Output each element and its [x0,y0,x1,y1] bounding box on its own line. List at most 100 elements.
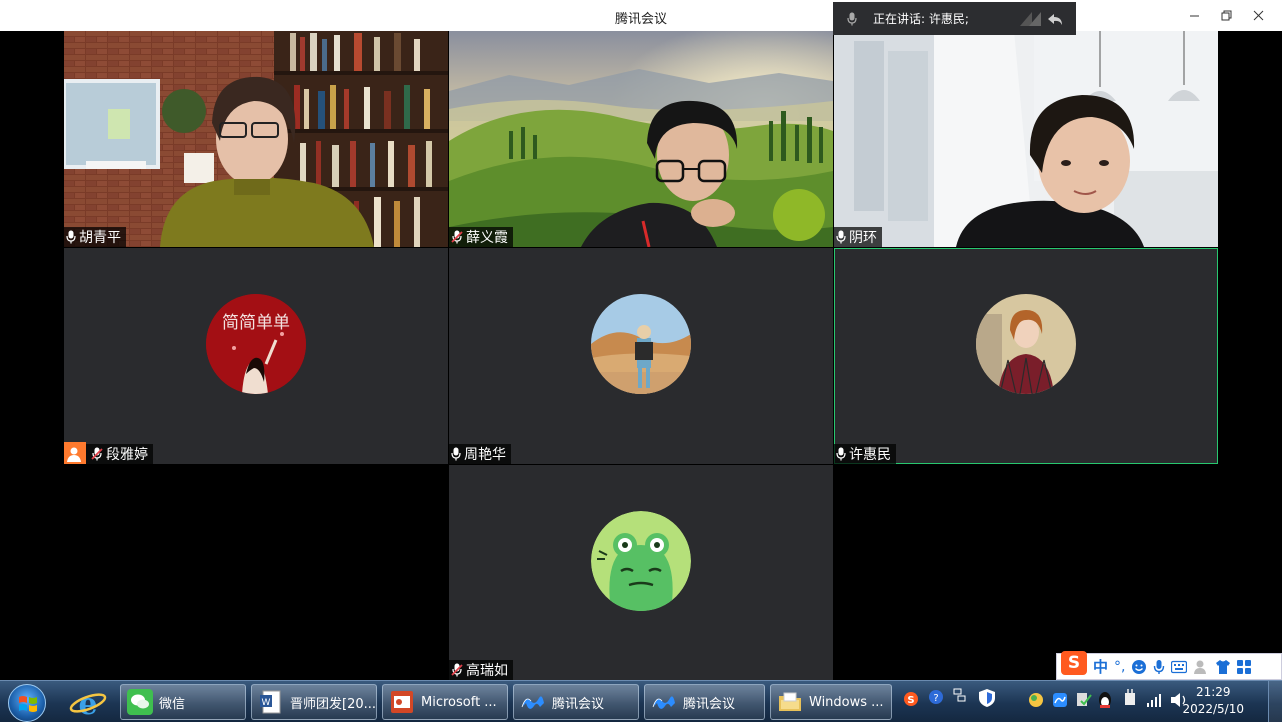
start-button[interactable] [8,684,46,722]
microphone-icon [836,230,846,244]
ime-toolbar[interactable]: S 中 °, [1056,650,1282,680]
tencent-meeting-window: 腾讯会议 正在讲话: 许惠民; 胡青平 薛义霞 阴环 简简单单 段雅婷 周艳华 … [0,0,1282,722]
video-tile-6-active-speaker[interactable]: 许惠民 [834,248,1218,464]
powerpoint-icon [391,691,413,713]
restore-icon [1221,10,1231,20]
user-settings-icon[interactable] [1193,659,1209,675]
power-plug-icon [1125,689,1135,705]
taskbar-item-wechat[interactable]: 微信 [120,684,246,720]
green-hills-background [449,31,833,247]
show-desktop-button[interactable] [1268,681,1282,722]
svg-text:e: e [78,687,97,720]
taskbar-label: Windows ... [809,694,884,710]
video-tile-5[interactable]: 周艳华 [449,248,833,464]
speaker-label: 正在讲话: 许惠民; [873,12,969,26]
close-button[interactable] [1242,3,1274,27]
emoji-icon[interactable] [1131,659,1147,675]
svg-text:?: ? [933,693,938,704]
participant-name: 段雅婷 [106,447,148,463]
windows-logo-icon [19,696,37,712]
sogou-logo-icon[interactable]: S [1061,650,1087,675]
participant-name: 胡青平 [79,230,121,246]
tray-icons: S ? [904,688,1186,708]
tencent-meeting-tray-icon [1053,693,1067,707]
participant-label: 薛义霞 [449,227,513,247]
frog-avatar [591,511,691,611]
person-badge-icon [64,442,86,464]
participant-name: 薛义霞 [466,230,508,246]
participant-label: 胡青平 [64,227,126,247]
window-controls [1178,3,1274,27]
title-bar[interactable]: 腾讯会议 [0,0,1282,31]
participant-label: 阴环 [834,227,882,247]
microphone-icon [847,12,857,25]
taskbar-item-powerpoint[interactable]: Microsoft ... [382,684,508,720]
video-tile-4[interactable]: 简简单单 段雅婷 [64,248,448,464]
taskbar-label: 腾讯会议 [552,696,605,712]
speaking-indicator[interactable]: 正在讲话: 许惠民; [833,2,1076,35]
taskbar-item-word[interactable]: W 晋师团发[20... [251,684,377,720]
network-share-icon [953,688,966,702]
word-doc-icon: W [260,690,281,714]
network-signal-icon [1147,694,1161,707]
ime-punctuation-toggle[interactable]: °, [1114,659,1125,675]
voice-input-icon[interactable] [1153,659,1165,675]
video-tile-7[interactable]: 高瑞如 [449,465,833,680]
folder-icon [779,692,801,711]
microphone-icon [451,447,461,461]
taskbar-label: 腾讯会议 [683,696,736,712]
minimize-button[interactable] [1178,3,1210,27]
video-tile-1[interactable]: 胡青平 [64,31,448,247]
tencent-meeting-icon [521,696,544,709]
taskbar-label: 微信 [159,696,186,712]
device-check-icon [1077,693,1092,706]
ime-chinese-mode[interactable]: 中 [1093,656,1108,677]
muted-microphone-icon [451,230,463,244]
svg-text:W: W [262,698,271,708]
participant-label: 段雅婷 [64,442,153,464]
svg-text:S: S [907,695,914,706]
desert-photo-avatar [591,294,691,394]
bookshelf-background [64,31,448,247]
speaker-collapse-button[interactable] [1020,10,1064,28]
qq-penguin-icon [1099,692,1111,708]
color-ball-icon [1029,693,1043,707]
taskbar-item-tencent-meeting-2[interactable]: 腾讯会议 [644,684,765,720]
taskbar-label: 晋师团发[20... [290,696,377,712]
participant-name: 阴环 [849,230,877,246]
windows-taskbar: e 微信 W 晋师团发[20... Microsoft ... 腾讯会议 腾讯会… [0,680,1282,722]
avatar-handwriting: 简简单单 [222,313,290,333]
portrait-avatar [976,294,1076,394]
avatar-illustration: 简简单单 [206,294,306,394]
help-icon: ? [929,690,943,704]
video-tile-3[interactable]: 阴环 [834,31,1218,247]
muted-microphone-icon [451,663,463,677]
participant-name: 高瑞如 [466,663,508,679]
internet-explorer-button[interactable]: e [68,686,108,722]
sogou-tray-icon: S [904,692,918,706]
participant-name: 周艳华 [464,447,506,463]
system-clock[interactable]: 21:29 2022/5/10 [1182,684,1244,718]
collapse-arrow-icon [1020,12,1062,26]
minimize-icon [1189,15,1199,16]
system-tray: S ? 21:29 2022/5/10 [895,681,1282,722]
taskbar-item-tencent-meeting-1[interactable]: 腾讯会议 [513,684,639,720]
internet-explorer-icon: e [69,687,107,722]
red-circle-avatar: 简简单单 [206,294,306,394]
taskbar-label: Microsoft ... [421,694,497,710]
participant-name: 许惠民 [849,447,891,463]
toolbox-grid-icon[interactable] [1237,659,1252,674]
video-tile-2[interactable]: 薛义霞 [449,31,833,247]
taskbar-item-windows-explorer[interactable]: Windows ... [770,684,892,720]
restore-button[interactable] [1210,3,1242,27]
muted-microphone-icon [91,447,103,461]
skin-shirt-icon[interactable] [1215,659,1231,675]
participant-label: 高瑞如 [449,660,513,680]
participant-label: 周艳华 [449,444,511,464]
microphone-icon [66,230,76,244]
wechat-icon [127,689,153,715]
microphone-icon [836,447,846,461]
tencent-meeting-icon [652,696,675,709]
white-room-background [834,31,1218,247]
keyboard-icon[interactable] [1171,660,1188,674]
